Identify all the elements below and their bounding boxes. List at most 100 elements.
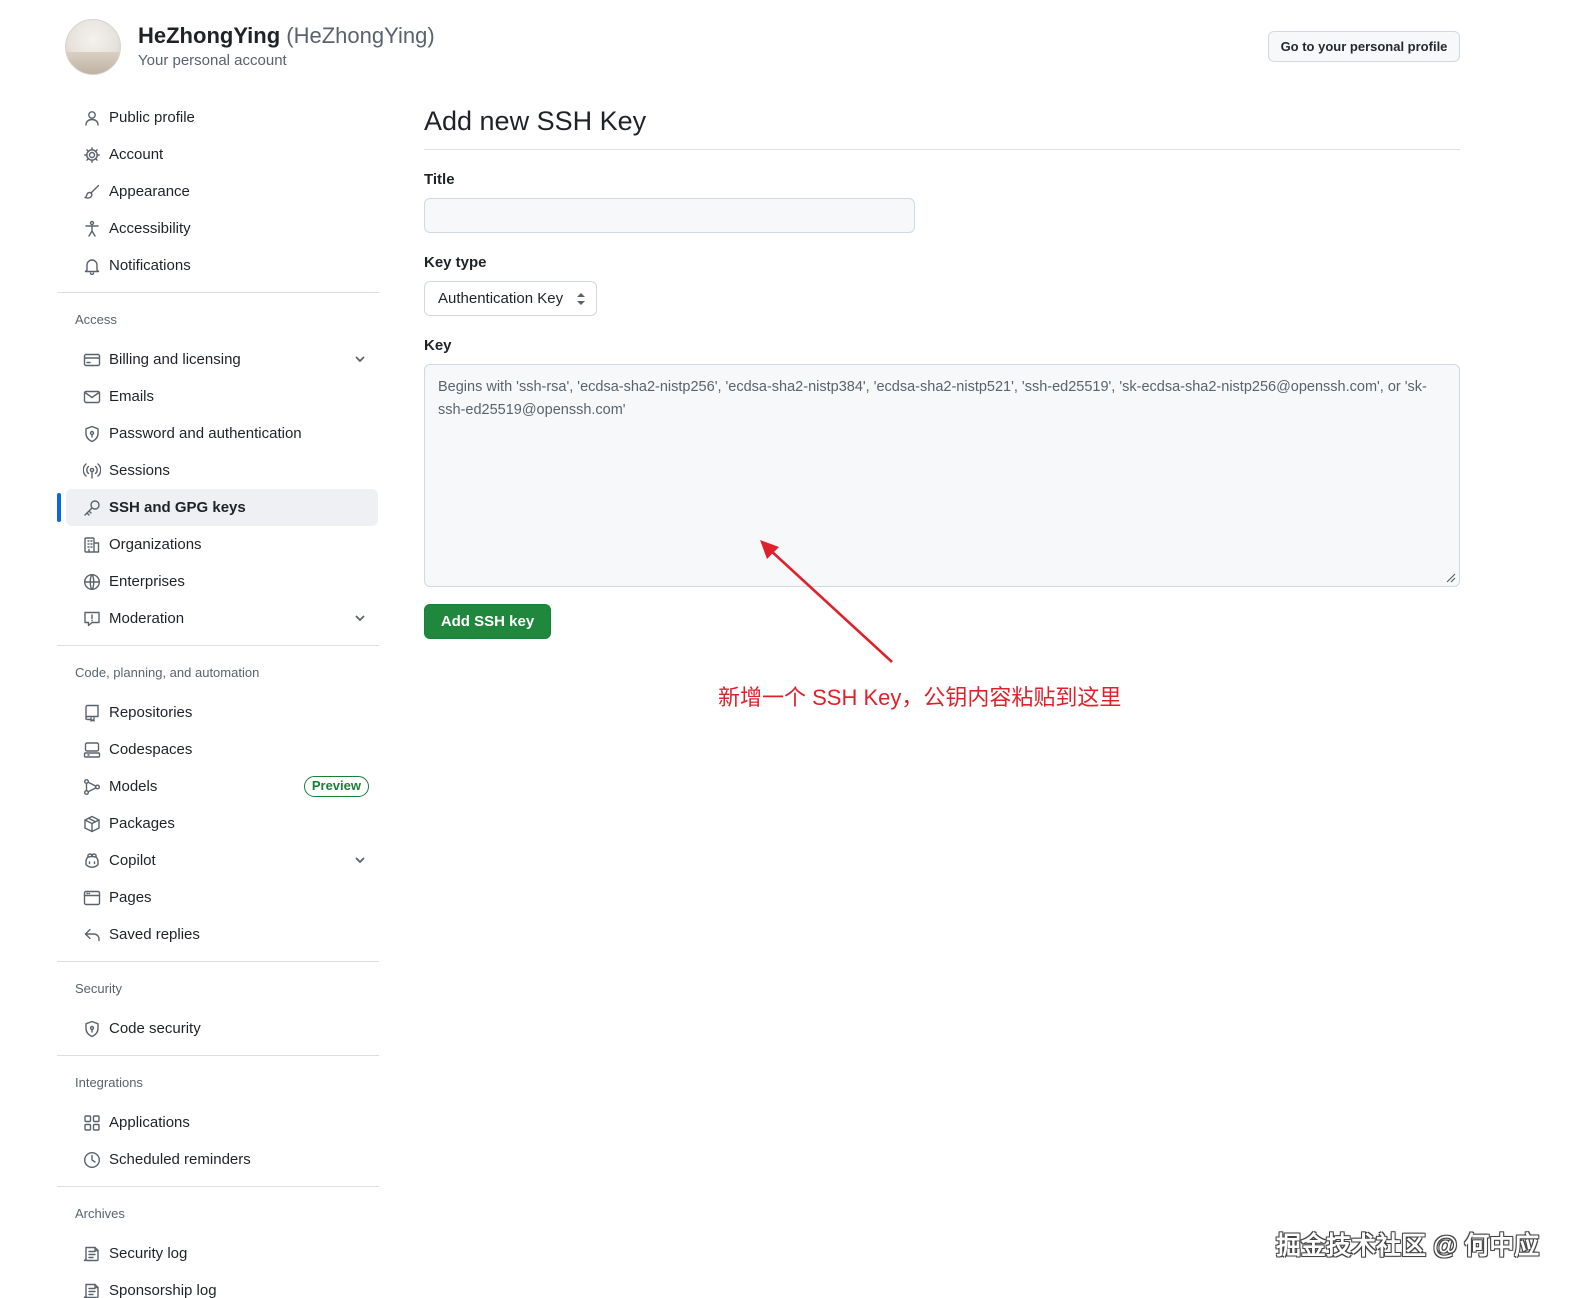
sidebar-group-title-archives: Archives [75, 1206, 125, 1221]
sidebar-item-label: Code security [109, 1020, 201, 1037]
annotation-arrow-icon [760, 540, 893, 663]
sidebar-item-billing-and-licensing[interactable]: Billing and licensing [66, 341, 378, 378]
sidebar-group-title-security: Security [75, 981, 122, 996]
sidebar-item-saved-replies[interactable]: Saved replies [66, 916, 378, 953]
paintbrush-icon [83, 183, 101, 201]
sidebar-group-security: Code security [57, 1010, 379, 1047]
sidebar-item-pages[interactable]: Pages [66, 879, 378, 916]
models-icon [83, 778, 101, 796]
account-display-name: (HeZhongYing) [286, 23, 435, 48]
account-subtitle: Your personal account [138, 52, 287, 69]
sidebar-item-label: Notifications [109, 257, 191, 274]
bell-icon [83, 257, 101, 275]
sidebar-item-accessibility[interactable]: Accessibility [66, 210, 378, 247]
sidebar-divider [57, 1186, 379, 1187]
sidebar-item-password-and-authentication[interactable]: Password and authentication [66, 415, 378, 452]
sidebar-item-sessions[interactable]: Sessions [66, 452, 378, 489]
sidebar-item-label: Applications [109, 1114, 190, 1131]
sidebar-divider [57, 292, 379, 293]
shield-lock-icon [83, 1020, 101, 1038]
sidebar-item-enterprises[interactable]: Enterprises [66, 563, 378, 600]
sidebar-item-label: Public profile [109, 109, 195, 126]
sidebar-item-sponsorship-log[interactable]: Sponsorship log [66, 1272, 378, 1298]
chevron-down-icon[interactable] [353, 853, 367, 867]
sidebar-item-label: Sessions [109, 462, 170, 479]
sidebar-item-emails[interactable]: Emails [66, 378, 378, 415]
account-login[interactable]: HeZhongYing [138, 23, 280, 48]
annotation-text: 新增一个 SSH Key，公钥内容粘贴到这里 [718, 685, 1122, 710]
accessibility-icon [83, 220, 101, 238]
sidebar-item-scheduled-reminders[interactable]: Scheduled reminders [66, 1141, 378, 1178]
sidebar-item-label: Codespaces [109, 741, 193, 758]
sidebar-group-personal: Public profile Account Appearance Accessibi… [57, 99, 379, 284]
sidebar-item-label: Packages [109, 815, 175, 832]
sidebar-item-label: Models [109, 778, 158, 795]
go-to-profile-button[interactable]: Go to your personal profile [1268, 31, 1460, 62]
sidebar-item-copilot[interactable]: Copilot [66, 842, 378, 879]
copilot-icon [83, 852, 101, 870]
key-textarea[interactable]: Begins with 'ssh-rsa', 'ecdsa-sha2-nistp… [424, 364, 1460, 587]
sidebar-item-ssh-and-gpg-keys[interactable]: SSH and GPG keys [57, 489, 378, 526]
key-placeholder: Begins with 'ssh-rsa', 'ecdsa-sha2-nistp… [438, 379, 1427, 418]
sidebar-item-organizations[interactable]: Organizations [66, 526, 378, 563]
avatar[interactable] [65, 19, 121, 75]
chevron-down-icon[interactable] [353, 611, 367, 625]
title-input[interactable] [424, 198, 915, 233]
sidebar-item-account[interactable]: Account [66, 136, 378, 173]
sidebar-item-codespaces[interactable]: Codespaces [66, 731, 378, 768]
sidebar-group-integrations: Applications Scheduled reminders [57, 1104, 379, 1178]
settings-sidebar: Public profile Account Appearance Accessibi… [57, 99, 379, 1298]
sidebar-item-moderation[interactable]: Moderation [66, 600, 378, 637]
person-icon [83, 109, 101, 127]
apps-icon [83, 1114, 101, 1132]
sidebar-item-label: Copilot [109, 852, 156, 869]
codespaces-icon [83, 741, 101, 759]
reply-icon [83, 926, 101, 944]
sidebar-divider [57, 1055, 379, 1056]
globe-icon [83, 573, 101, 591]
account-name: HeZhongYing (HeZhongYing) [138, 23, 435, 49]
log-icon [83, 1282, 101, 1298]
sidebar-item-public-profile[interactable]: Public profile [66, 99, 378, 136]
resize-grip-icon[interactable] [1446, 573, 1456, 583]
sidebar-item-applications[interactable]: Applications [66, 1104, 378, 1141]
sidebar-item-code-security[interactable]: Code security [66, 1010, 378, 1047]
key-label: Key [424, 337, 452, 354]
sidebar-item-packages[interactable]: Packages [66, 805, 378, 842]
sidebar-item-label: Moderation [109, 610, 185, 627]
sidebar-item-appearance[interactable]: Appearance [66, 173, 378, 210]
gear-icon [83, 146, 101, 164]
sidebar-item-models[interactable]: Models Preview [66, 768, 378, 805]
package-icon [83, 815, 101, 833]
log-icon [83, 1245, 101, 1263]
add-ssh-key-button[interactable]: Add SSH key [424, 604, 551, 639]
sidebar-item-label: Emails [109, 388, 155, 405]
key-type-select[interactable]: Authentication Key [424, 281, 597, 316]
chevron-down-icon[interactable] [353, 352, 367, 366]
key-type-value: Authentication Key [438, 290, 564, 307]
sidebar-item-label: Repositories [109, 704, 193, 721]
sidebar-item-security-log[interactable]: Security log [66, 1235, 378, 1272]
repo-icon [83, 704, 101, 722]
sidebar-item-label: Scheduled reminders [109, 1151, 251, 1168]
sidebar-group-title-code: Code, planning, and automation [75, 665, 260, 680]
sidebar-item-label: Appearance [109, 183, 190, 200]
organization-icon [83, 536, 101, 554]
sidebar-item-notifications[interactable]: Notifications [66, 247, 378, 284]
sidebar-item-label: Accessibility [109, 220, 191, 237]
sidebar-item-label: Saved replies [109, 926, 200, 943]
sidebar-item-label: Password and authentication [109, 425, 302, 442]
sidebar-item-repositories[interactable]: Repositories [66, 694, 378, 731]
title-divider [424, 149, 1460, 150]
sidebar-item-label: Account [109, 146, 164, 163]
sidebar-group-access: Billing and licensing Emails Password and … [57, 341, 379, 637]
credit-card-icon [83, 351, 101, 369]
page-title: Add new SSH Key [424, 106, 647, 136]
report-icon [83, 610, 101, 628]
sidebar-group-title-integrations: Integrations [75, 1075, 143, 1090]
sidebar-item-label: Security log [109, 1245, 188, 1262]
mail-icon [83, 388, 101, 406]
preview-badge: Preview [303, 776, 369, 797]
sidebar-group-archives: Security log Sponsorship log [57, 1235, 379, 1298]
shield-lock-icon [83, 425, 101, 443]
